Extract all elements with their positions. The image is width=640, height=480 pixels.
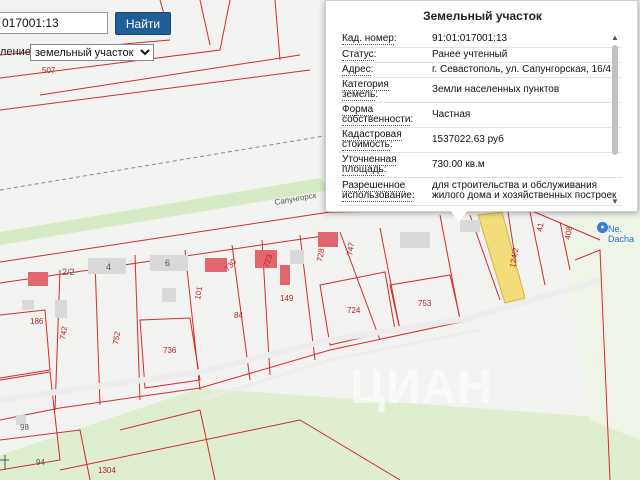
table-row: Категория земель: Земли населенных пункт… (339, 77, 622, 103)
prop-key: Форма собственности (342, 103, 411, 126)
plot-label: 84 (234, 311, 243, 320)
prop-key: Категория земель (342, 78, 389, 101)
table-row: Кадастровая стоимость: 1537022.63 руб (339, 127, 622, 153)
building-label: 6 (165, 258, 170, 268)
table-row: Адрес: г. Севастополь, ул. Сапунгорская,… (339, 62, 622, 78)
layer-label: ление: (0, 46, 34, 58)
popup-title: Земельный участок (423, 9, 542, 23)
plot-label: 98 (20, 423, 29, 432)
prop-value: 1537022.63 руб (429, 127, 622, 153)
prop-key: Разрешенное использование (342, 180, 412, 202)
prop-key: Адрес (342, 63, 371, 76)
prop-value: г. Севастополь, ул. Сапунгорская, 16/4 (429, 62, 622, 78)
popup-scrollbar[interactable]: ▲ ▼ (609, 33, 621, 207)
prop-key: Кад. номер (342, 33, 394, 46)
building-label: 2/2 (62, 267, 75, 277)
popup-tail (450, 210, 468, 222)
layer-select[interactable]: земельный участок (30, 44, 154, 61)
cadastral-search-input[interactable] (0, 12, 108, 34)
properties-table: Кад. номер: 91:01:017001:13 Статус: Ране… (339, 32, 622, 206)
table-row: Уточненная площадь: 730.00 кв.м (339, 152, 622, 178)
plot-label: 94 (36, 458, 45, 467)
table-row: Разрешенное использование: для строитель… (339, 177, 622, 206)
plot-label: 1304 (98, 466, 116, 475)
prop-value: 730.00 кв.м (429, 152, 622, 178)
find-button[interactable]: Найти (115, 12, 171, 35)
plot-label: 724 (347, 306, 361, 315)
plot-label: 736 (163, 346, 177, 355)
building-label: 4 (106, 262, 111, 272)
prop-key: Уточненная площадь (342, 153, 397, 176)
prop-value: 91:01:017001:13 (429, 32, 622, 48)
prop-value: Земли населенных пунктов (429, 77, 622, 103)
prop-value: Ранее учтенный (429, 47, 622, 63)
popup-body[interactable]: Кад. номер: 91:01:017001:13 Статус: Ране… (339, 32, 622, 208)
plot-label: 186 (30, 317, 44, 326)
plot-label: 753 (418, 299, 432, 308)
poi-label[interactable]: Ne. Dacha (608, 224, 640, 244)
table-row: Статус: Ранее учтенный (339, 47, 622, 63)
parcel-info-popup: Земельный участок Кад. номер: 91:01:0170… (325, 0, 638, 212)
table-row: Форма собственности: Частная (339, 102, 622, 128)
prop-value: Частная (429, 102, 622, 128)
scroll-up-icon[interactable]: ▲ (609, 33, 621, 43)
scroll-thumb[interactable] (612, 45, 618, 155)
plot-label: 507 (42, 66, 56, 75)
prop-value: для строительства и обслуживания жилого … (429, 177, 622, 206)
table-row: Кад. номер: 91:01:017001:13 (339, 32, 622, 48)
plot-label: 149 (280, 294, 294, 303)
prop-key: Статус (342, 48, 374, 61)
prop-key: Кадастровая стоимость (342, 128, 402, 151)
scroll-down-icon[interactable]: ▼ (609, 197, 621, 207)
watermark: ЦИАН (350, 361, 493, 414)
poi-pin-icon[interactable]: ● (597, 222, 608, 233)
